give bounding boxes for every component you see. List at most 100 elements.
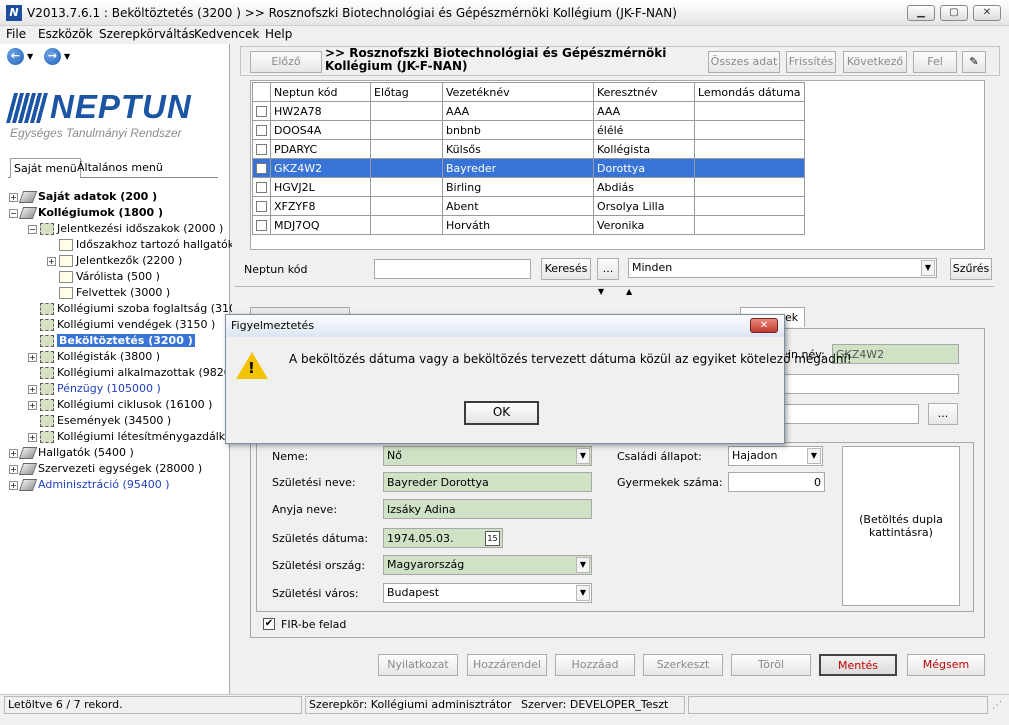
city-dropdown[interactable]: Budapest ▼ [383,583,592,603]
table-row[interactable]: XFZYF8 Abent Orsolya Lilla [252,196,805,216]
forward-arrow-icon[interactable]: → [44,48,61,65]
close-button[interactable]: ✕ [973,5,1001,21]
table-row[interactable]: HGVJ2L Birling Abdiás [252,177,805,197]
back-arrow-icon[interactable]: ← [7,48,24,65]
tree-item-label: Várólista (500 ) [76,270,160,283]
col-firstname[interactable]: Keresztnév [593,82,695,102]
browse-button[interactable]: ... [597,258,619,280]
table-row[interactable]: HW2A78 AAA AAA [252,101,805,121]
marital-dropdown[interactable]: Hajadon ▼ [728,446,823,466]
table-row[interactable]: GKZ4W2 Bayreder Dorottya [252,158,805,178]
tree-item[interactable]: Várólista (500 ) [47,270,160,284]
calendar-icon[interactable]: 15 [485,531,500,546]
search-button[interactable]: Keresés [541,258,591,280]
expand-icon[interactable]: + [28,384,37,394]
refresh-button[interactable]: Frissítés [786,51,836,73]
dialog-close-icon[interactable]: ✕ [750,318,778,333]
neptun-code-input[interactable] [374,259,531,279]
tree-item[interactable]: − Jelentkezési időszakok (2000 ) [28,222,223,236]
menu-role-switch[interactable]: Szerepkörváltás [99,27,195,41]
edit-button[interactable]: Szerkeszt [643,654,723,676]
tree-item[interactable]: + Hallgatók (5400 ) [9,446,134,460]
add-button[interactable]: Hozzáad [555,654,635,676]
scope-dropdown[interactable]: Minden ▼ [628,258,937,278]
tree-item[interactable]: Időszakhoz tartozó hallgatók [47,238,234,252]
declaration-button[interactable]: Nyilatkozat [378,654,458,676]
country-dropdown[interactable]: Magyarország ▼ [383,555,592,575]
tree-item[interactable]: + Szervezeti egységek (28000 ) [9,462,202,476]
expand-icon[interactable]: + [47,256,56,266]
upper-field-2[interactable] [784,374,959,394]
tree-item[interactable]: + Kollégisták (3800 ) [28,350,160,364]
menu-file[interactable]: File [6,27,26,41]
menu-favorites[interactable]: Kedvencek [194,27,259,41]
tree-item[interactable]: + Jelentkezők (2200 ) [47,254,182,268]
expand-icon[interactable]: + [28,400,37,410]
tab-general-menu[interactable]: Általános menü [74,158,166,178]
delete-button[interactable]: Töröl [731,654,811,676]
tree-item[interactable]: + Pénzügy (105000 ) [28,382,161,396]
expand-icon[interactable]: + [9,480,18,490]
table-row[interactable]: DOOS4A bnbnb élélé [252,120,805,140]
eraser-icon[interactable]: ✎ [962,51,986,73]
row-checkbox[interactable] [256,163,267,174]
collapse-icon[interactable]: − [28,224,37,234]
filter-button[interactable]: Szűrés [950,258,992,280]
tree-item[interactable]: + Kollégiumi létesítménygazdálkoda [28,430,245,444]
forward-dropdown-icon[interactable]: ▼ [64,52,70,61]
tree-item[interactable]: Események (34500 ) [28,414,171,428]
table-row[interactable]: PDARYC Külsős Kollégista [252,139,805,159]
tree-item[interactable]: Kollégiumi szoba foglaltság (3100 [28,302,243,316]
row-checkbox[interactable] [256,125,267,136]
row-checkbox[interactable] [256,182,267,193]
tree-item[interactable]: + Adminisztráció (95400 ) [9,478,170,492]
collapse-icon[interactable]: − [9,208,18,218]
fir-checkbox[interactable]: ✔ [263,618,275,630]
tree-item[interactable]: Felvettek (3000 ) [47,286,170,300]
expand-icon[interactable]: + [9,448,18,458]
minimize-button[interactable]: ▁ [907,5,935,21]
photo-box[interactable]: (Betöltés dupla kattintásra) [842,446,960,606]
birthname-input[interactable] [383,472,592,492]
collapse-up-icon[interactable]: ▲ [626,287,632,296]
col-surname[interactable]: Vezetéknév [442,82,594,102]
tree-item[interactable]: Kollégiumi vendégek (3150 ) [28,318,215,332]
all-data-button[interactable]: Összes adat [708,51,780,73]
expand-icon[interactable]: + [28,432,37,442]
maximize-button[interactable]: ▢ [940,5,968,21]
col-prefix[interactable]: Előtag [370,82,443,102]
upper-field-3[interactable] [784,404,919,424]
menu-help[interactable]: Help [265,27,292,41]
tree-item[interactable]: Beköltöztetés (3200 ) [28,334,195,348]
row-checkbox[interactable] [256,106,267,117]
col-neptun-code[interactable]: Neptun kód [270,82,371,102]
children-input[interactable] [728,472,825,492]
tree-item[interactable]: Kollégiumi alkalmazottak (98200 [28,366,238,380]
col-cancellation-date[interactable]: Lemondás dátuma [694,82,805,102]
expand-icon[interactable]: + [28,352,37,362]
upper-browse-button[interactable]: ... [928,403,958,425]
back-dropdown-icon[interactable]: ▼ [27,52,33,61]
expand-icon[interactable]: + [9,192,18,202]
row-checkbox[interactable] [256,220,267,231]
table-row[interactable]: MDJ7OQ Horváth Veronika [252,215,805,235]
menu-tools[interactable]: Eszközök [38,27,93,41]
row-checkbox[interactable] [256,201,267,212]
resize-grip-icon[interactable]: ⋰ [992,700,1002,711]
row-checkbox[interactable] [256,144,267,155]
tree-item[interactable]: − Kollégiumok (1800 ) [9,206,163,220]
ok-button[interactable]: OK [464,401,539,425]
gender-dropdown[interactable]: Nő ▼ [383,446,592,466]
tree-item[interactable]: + Kollégiumi ciklusok (16100 ) [28,398,212,412]
mother-input[interactable] [383,499,592,519]
next-button[interactable]: Következő [843,51,907,73]
expand-icon[interactable]: + [9,464,18,474]
save-button[interactable]: Mentés [819,654,897,676]
cancel-button[interactable]: Mégsem [907,654,985,676]
tree-item[interactable]: + Saját adatok (200 ) [9,190,157,204]
assign-button[interactable]: Hozzárendel [467,654,547,676]
tab-own-menu[interactable]: Saját menü [10,158,81,178]
up-button[interactable]: Fel [913,51,957,73]
prev-button[interactable]: Előző [250,51,322,73]
collapse-down-icon[interactable]: ▼ [598,287,604,296]
